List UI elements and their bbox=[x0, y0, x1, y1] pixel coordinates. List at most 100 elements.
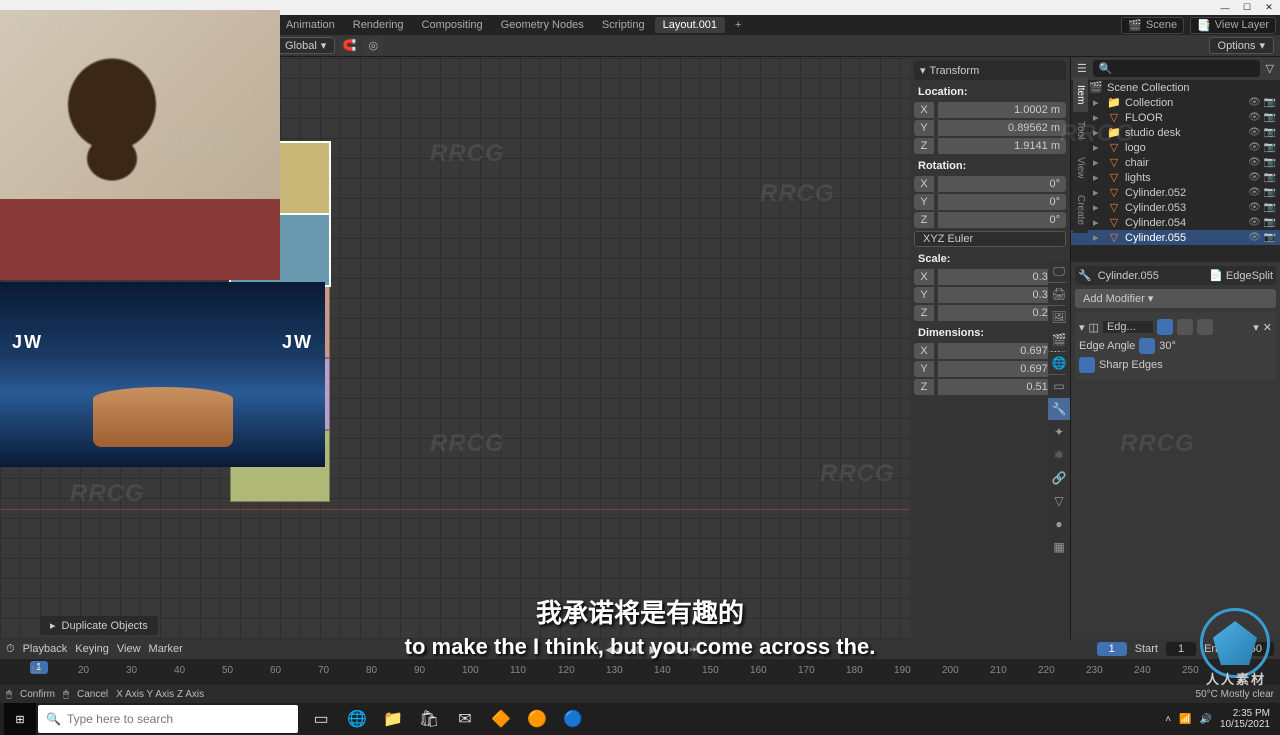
viewlayer-tab-icon[interactable]: 🖼 bbox=[1048, 306, 1070, 328]
snap-button[interactable]: 🧲 bbox=[339, 37, 359, 55]
workspace-tab[interactable]: Scripting bbox=[594, 17, 653, 33]
loc-z-field[interactable]: 1.9141 m bbox=[938, 138, 1066, 154]
rotation-mode-dropdown[interactable]: XYZ Euler bbox=[914, 231, 1066, 247]
timeline-menu[interactable]: Playback bbox=[23, 643, 68, 655]
mod-realtime-toggle[interactable] bbox=[1197, 319, 1213, 335]
scale-x-field[interactable]: 0.349 bbox=[938, 269, 1066, 285]
sharp-edges-checkbox[interactable] bbox=[1079, 357, 1095, 373]
workspace-tab[interactable]: Geometry Nodes bbox=[493, 17, 592, 33]
status-cancel: Cancel bbox=[77, 689, 108, 700]
clock-time[interactable]: 2:35 PM bbox=[1220, 708, 1270, 719]
jump-start-icon[interactable]: ⏮ bbox=[585, 641, 603, 657]
edge-icon[interactable]: 🌐 bbox=[340, 704, 374, 734]
texture-tab-icon[interactable]: ▦ bbox=[1048, 536, 1070, 558]
loc-y-field[interactable]: 0.89562 m bbox=[938, 120, 1066, 136]
task-view-icon[interactable]: ▭ bbox=[304, 704, 338, 734]
npanel-tab[interactable]: Item bbox=[1073, 77, 1088, 112]
dim-z-field[interactable]: 0.51 m bbox=[938, 379, 1066, 395]
jump-end-icon[interactable]: ⏭ bbox=[685, 641, 703, 657]
mail-icon[interactable]: ✉ bbox=[448, 704, 482, 734]
play-reverse-icon[interactable]: ◀ bbox=[625, 641, 643, 657]
render-tab-icon[interactable]: 🖵 bbox=[1048, 260, 1070, 282]
loc-x-field[interactable]: 1.0002 m bbox=[938, 102, 1066, 118]
outliner-item[interactable]: ▸▽Cylinder.055👁 📷 bbox=[1071, 230, 1280, 245]
npanel-tab[interactable]: View bbox=[1073, 149, 1088, 187]
minimize-button[interactable]: — bbox=[1220, 3, 1230, 13]
dim-x-field[interactable]: 0.697 m bbox=[938, 343, 1066, 359]
edge-angle-checkbox[interactable] bbox=[1139, 338, 1155, 354]
outliner-item[interactable]: ▸▽chair👁 📷 bbox=[1071, 155, 1280, 170]
dim-y-field[interactable]: 0.697 m bbox=[938, 361, 1066, 377]
scale-y-field[interactable]: 0.349 bbox=[938, 287, 1066, 303]
timeline-menu[interactable]: View bbox=[117, 643, 141, 655]
workspace-tab[interactable]: Layout.001 bbox=[655, 17, 725, 33]
view-layer-selector[interactable]: 📑View Layer bbox=[1190, 17, 1276, 34]
outliner-search[interactable]: 🔍 bbox=[1093, 60, 1260, 77]
timeline-tick: 240 bbox=[1134, 665, 1151, 676]
output-tab-icon[interactable]: 🖨 bbox=[1048, 283, 1070, 305]
add-modifier-dropdown[interactable]: Add Modifier ▾ bbox=[1075, 289, 1276, 308]
vlc-icon[interactable]: 🔶 bbox=[484, 704, 518, 734]
tray-volume-icon[interactable]: 🔊 bbox=[1199, 714, 1211, 725]
tray-chevron-icon[interactable]: ˄ bbox=[1165, 714, 1171, 725]
rot-x-field[interactable]: 0° bbox=[938, 176, 1066, 192]
explorer-icon[interactable]: 📁 bbox=[376, 704, 410, 734]
outliner-item[interactable]: ▸▽lights👁 📷 bbox=[1071, 170, 1280, 185]
start-frame-field[interactable]: 1 bbox=[1166, 642, 1196, 656]
workspace-tab[interactable]: + bbox=[727, 17, 749, 33]
start-button[interactable]: ⊞ bbox=[4, 703, 36, 735]
blender-icon[interactable]: 🟠 bbox=[520, 704, 554, 734]
edge-angle-field[interactable]: 30° bbox=[1159, 340, 1272, 352]
modifier-name-field[interactable]: Edg... bbox=[1103, 321, 1153, 333]
scene-tab-icon[interactable]: 🎬 bbox=[1048, 329, 1070, 351]
play-icon[interactable]: ▶ bbox=[645, 641, 663, 657]
outliner-item[interactable]: ▸▽Cylinder.054👁 📷 bbox=[1071, 215, 1280, 230]
outliner-item[interactable]: ▸▽Cylinder.052👁 📷 bbox=[1071, 185, 1280, 200]
workspace-tab[interactable]: Rendering bbox=[345, 17, 412, 33]
workspace-tab[interactable]: Compositing bbox=[414, 17, 491, 33]
outliner-item[interactable]: ▸▽Cylinder.053👁 📷 bbox=[1071, 200, 1280, 215]
options-dropdown[interactable]: Options ▾ bbox=[1209, 37, 1274, 54]
world-tab-icon[interactable]: 🌐 bbox=[1048, 352, 1070, 374]
close-button[interactable]: ✕ bbox=[1264, 3, 1274, 13]
taskbar-search[interactable]: 🔍 Type here to search bbox=[38, 705, 298, 733]
app-icon[interactable]: 🔵 bbox=[556, 704, 590, 734]
current-frame-field[interactable]: 1 bbox=[1097, 642, 1127, 656]
outliner-filter-icon[interactable]: ▽ bbox=[1266, 62, 1274, 75]
physics-tab-icon[interactable]: ⚛ bbox=[1048, 444, 1070, 466]
timeline-menu[interactable]: Marker bbox=[149, 643, 183, 655]
weather-widget[interactable]: 50°C Mostly clear bbox=[1196, 689, 1274, 700]
clock-date[interactable]: 10/15/2021 bbox=[1220, 719, 1270, 730]
timeline-mode-icon[interactable]: ⏱ bbox=[6, 643, 15, 656]
transform-panel-header[interactable]: ▾ Transform bbox=[914, 61, 1066, 80]
outliner-mode-icon[interactable]: ☰ bbox=[1077, 62, 1087, 75]
rrcg-logo-text: 人人素材 bbox=[1206, 669, 1266, 688]
mod-render-toggle[interactable] bbox=[1177, 319, 1193, 335]
modifier-tab-icon[interactable]: 🔧 bbox=[1048, 398, 1070, 420]
maximize-button[interactable]: ☐ bbox=[1242, 3, 1252, 13]
tray-wifi-icon[interactable]: 📶 bbox=[1179, 714, 1191, 725]
npanel-tab[interactable]: Create bbox=[1073, 187, 1088, 233]
timeline-ruler[interactable]: 1 10203040506070809010011012013014015016… bbox=[0, 659, 1280, 685]
store-icon[interactable]: 🛍 bbox=[412, 704, 446, 734]
properties-tabs: 🖵 🖨 🖼 🎬 🌐 ▭ 🔧 ✦ ⚛ 🔗 ▽ ● ▦ bbox=[1048, 260, 1070, 558]
mod-menu-icon[interactable]: ▾ bbox=[1253, 321, 1259, 334]
mod-display-toggle[interactable] bbox=[1157, 319, 1173, 335]
scale-z-field[interactable]: 0.255 bbox=[938, 305, 1066, 321]
scene-selector[interactable]: 🎬Scene bbox=[1121, 17, 1184, 34]
next-key-icon[interactable]: ▶▶ bbox=[665, 641, 683, 657]
object-tab-icon[interactable]: ▭ bbox=[1048, 375, 1070, 397]
proportional-button[interactable]: ◎ bbox=[363, 37, 383, 55]
constraints-tab-icon[interactable]: 🔗 bbox=[1048, 467, 1070, 489]
particles-tab-icon[interactable]: ✦ bbox=[1048, 421, 1070, 443]
outliner-root[interactable]: ▾🎬Scene Collection bbox=[1071, 80, 1280, 95]
mesh-tab-icon[interactable]: ▽ bbox=[1048, 490, 1070, 512]
timeline-menu[interactable]: Keying bbox=[75, 643, 109, 655]
rot-y-field[interactable]: 0° bbox=[938, 194, 1066, 210]
last-operator-panel[interactable]: ▸ Duplicate Objects bbox=[40, 616, 158, 635]
mod-close-icon[interactable]: ✕ bbox=[1263, 321, 1272, 334]
rot-z-field[interactable]: 0° bbox=[938, 212, 1066, 228]
material-tab-icon[interactable]: ● bbox=[1048, 513, 1070, 535]
prev-key-icon[interactable]: ◀◀ bbox=[605, 641, 623, 657]
outliner-item[interactable]: ▸📁Collection👁 📷 bbox=[1071, 95, 1280, 110]
